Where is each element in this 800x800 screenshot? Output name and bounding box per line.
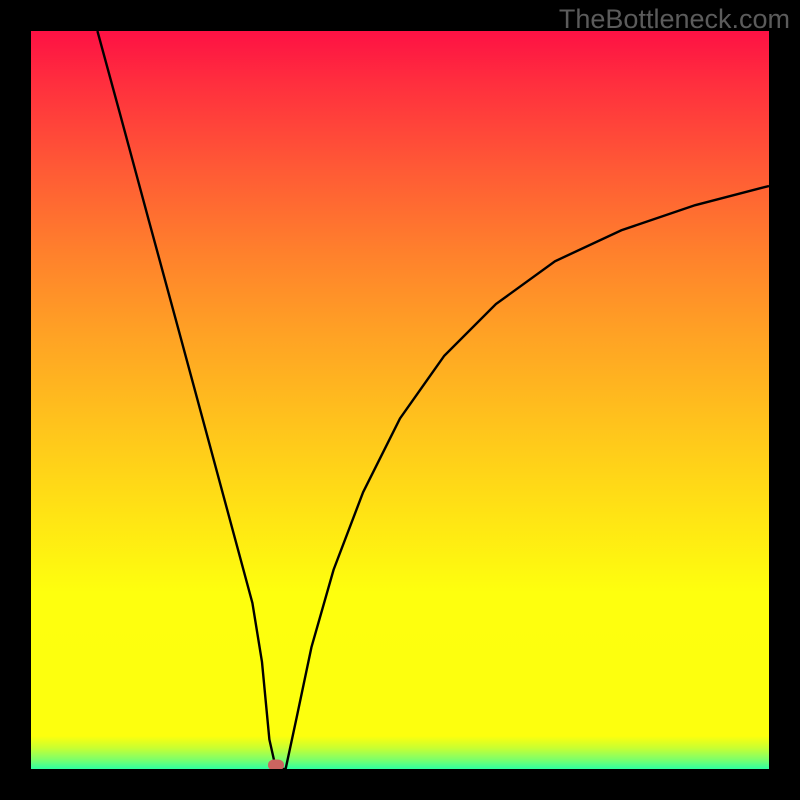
plot-area: [31, 31, 769, 769]
optimum-marker: [268, 760, 284, 769]
curve-path: [97, 31, 769, 769]
chart-frame: TheBottleneck.com: [0, 0, 800, 800]
bottleneck-curve: [31, 31, 769, 769]
